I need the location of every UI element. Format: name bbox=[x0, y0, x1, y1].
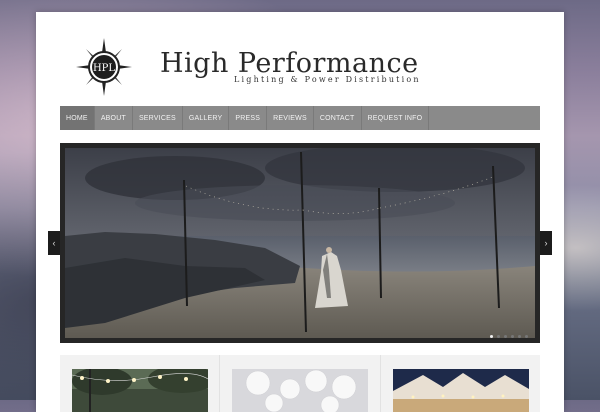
chevron-left-icon: ‹ bbox=[52, 238, 56, 248]
thumbnail-card bbox=[60, 355, 221, 412]
paper-lanterns-photo[interactable] bbox=[232, 369, 369, 412]
thumbnail-card bbox=[220, 355, 381, 412]
featured-thumbnails bbox=[60, 355, 540, 412]
hero-slider bbox=[60, 143, 540, 343]
page-container: HPL High Performance Lighting & Power Di… bbox=[36, 12, 564, 412]
slider-dot-4[interactable] bbox=[511, 335, 514, 338]
main-nav: Home About Services Gallery Press Review… bbox=[60, 106, 540, 130]
nav-item-about[interactable]: About bbox=[95, 106, 133, 130]
chevron-right-icon: › bbox=[544, 238, 548, 248]
slider-dot-6[interactable] bbox=[525, 335, 528, 338]
string-lights-photo[interactable] bbox=[72, 369, 208, 412]
slider-dot-3[interactable] bbox=[504, 335, 507, 338]
slider-dot-2[interactable] bbox=[497, 335, 500, 338]
nav-item-press[interactable]: Press bbox=[229, 106, 268, 130]
nav-item-home[interactable]: Home bbox=[60, 106, 95, 130]
slider-dot-1[interactable] bbox=[490, 335, 493, 338]
logo-emblem-icon[interactable]: HPL bbox=[76, 38, 132, 96]
nav-item-request-info[interactable]: Request Info bbox=[362, 106, 430, 130]
nav-item-reviews[interactable]: Reviews bbox=[267, 106, 314, 130]
slider-pagination bbox=[490, 335, 528, 338]
slider-dot-5[interactable] bbox=[518, 335, 521, 338]
nav-item-services[interactable]: Services bbox=[133, 106, 183, 130]
slider-next-button[interactable]: › bbox=[540, 231, 552, 255]
thumbnail-card bbox=[381, 355, 540, 412]
nav-item-contact[interactable]: Contact bbox=[314, 106, 362, 130]
slide-beach-wedding-photo[interactable] bbox=[65, 148, 535, 338]
nav-item-gallery[interactable]: Gallery bbox=[183, 106, 230, 130]
site-subtitle: Lighting & Power Distribution bbox=[234, 75, 421, 84]
tent-photo[interactable] bbox=[392, 369, 529, 412]
slider-prev-button[interactable]: ‹ bbox=[48, 231, 60, 255]
emblem-text: HPL bbox=[93, 63, 115, 74]
